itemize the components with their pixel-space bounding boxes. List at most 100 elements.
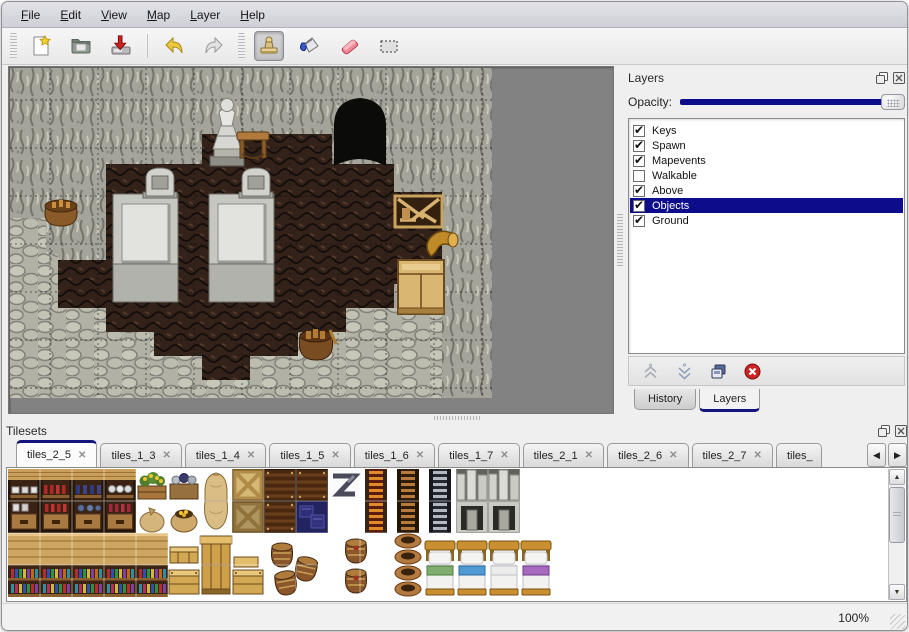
- open-file-button[interactable]: [66, 31, 96, 61]
- eraser-tool-button[interactable]: [334, 31, 364, 61]
- layer-visibility-checkbox[interactable]: [633, 215, 645, 227]
- layer-visibility-checkbox[interactable]: [633, 140, 645, 152]
- layer-row[interactable]: Walkable: [630, 168, 903, 183]
- tileset-tab[interactable]: tiles_1_7 ✕: [438, 443, 519, 467]
- tileset-tab[interactable]: tiles_1_3 ✕: [100, 443, 181, 467]
- tab-close-icon[interactable]: ✕: [754, 450, 762, 461]
- tileset-tab[interactable]: tiles_1_5 ✕: [269, 443, 350, 467]
- clay-pot[interactable]: [45, 200, 77, 226]
- delete-layer-button[interactable]: [743, 362, 761, 380]
- menu-item[interactable]: View: [92, 5, 136, 25]
- close-dock-icon[interactable]: [892, 71, 905, 84]
- dock-tab[interactable]: History: [634, 389, 696, 410]
- resize-grip[interactable]: [890, 614, 905, 629]
- select-tool-button[interactable]: [374, 31, 404, 61]
- opacity-slider[interactable]: [680, 94, 905, 110]
- tab-close-icon[interactable]: ✕: [247, 450, 255, 461]
- tileset-tab-label: tiles_1_3: [111, 450, 155, 462]
- scroll-up-icon[interactable]: ▲: [889, 469, 905, 485]
- tab-close-icon[interactable]: ✕: [500, 450, 508, 461]
- map-viewport[interactable]: [8, 66, 614, 414]
- horizontal-splitter[interactable]: [2, 414, 907, 422]
- close-dock-icon[interactable]: [894, 424, 907, 437]
- tileset-tab[interactable]: tiles_2_7 ✕: [692, 443, 773, 467]
- tileset-tabs: tiles_2_5 ✕ tiles_1_3 ✕ tiles_1_4 ✕: [16, 440, 822, 467]
- layer-list[interactable]: Keys Spawn Mapevents Walkable: [628, 118, 905, 354]
- scroll-tabs-left-icon[interactable]: ◀: [867, 443, 886, 467]
- toolbar-drag-handle[interactable]: [10, 33, 17, 59]
- status-bar: 100%: [2, 603, 907, 631]
- tab-close-icon[interactable]: ✕: [669, 450, 677, 461]
- tab-close-icon[interactable]: ✕: [331, 450, 339, 461]
- tab-close-icon[interactable]: ✕: [585, 450, 593, 461]
- tab-close-icon[interactable]: ✕: [78, 450, 86, 461]
- dock-tab[interactable]: Layers: [699, 389, 760, 412]
- menu-item[interactable]: Map: [138, 5, 179, 25]
- tab-close-icon[interactable]: ✕: [416, 450, 424, 461]
- duplicate-layer-button[interactable]: [709, 362, 727, 380]
- layer-row[interactable]: Mapevents: [630, 153, 903, 168]
- stamp-tool-button[interactable]: [254, 31, 284, 61]
- gravestone[interactable]: [143, 168, 177, 198]
- tab-close-icon[interactable]: ✕: [162, 450, 170, 461]
- tileset-tab[interactable]: tiles_2_1 ✕: [523, 443, 604, 467]
- delete-layer-icon: [744, 363, 761, 380]
- layer-name: Spawn: [652, 140, 686, 152]
- tileset-canvas[interactable]: [8, 469, 552, 597]
- save-button[interactable]: [106, 31, 136, 61]
- toolbar-separator: [147, 34, 148, 58]
- fill-tool-button[interactable]: [294, 31, 324, 61]
- gravestone[interactable]: [239, 168, 273, 198]
- float-dock-icon[interactable]: [875, 71, 888, 84]
- map-canvas[interactable]: [10, 68, 492, 398]
- menu-item[interactable]: Help: [231, 5, 274, 25]
- layer-row[interactable]: Above: [630, 183, 903, 198]
- eraser-tool-icon: [337, 34, 361, 58]
- layer-row[interactable]: Spawn: [630, 138, 903, 153]
- opacity-slider-track[interactable]: [680, 99, 901, 105]
- cave-entrance[interactable]: [334, 98, 386, 166]
- layers-dock: Layers Opacity: Keys: [628, 68, 905, 414]
- scroll-down-icon[interactable]: ▼: [889, 584, 905, 600]
- redo-icon: [202, 34, 226, 58]
- stone-platform[interactable]: [113, 194, 178, 302]
- layer-visibility-checkbox[interactable]: [633, 185, 645, 197]
- duplicate-layer-icon: [710, 363, 727, 380]
- tileset-tab[interactable]: tiles_ ✕: [776, 443, 822, 467]
- tileset-tab[interactable]: tiles_2_6 ✕: [607, 443, 688, 467]
- tab-close-icon[interactable]: ✕: [820, 450, 822, 461]
- menu-item[interactable]: Layer: [181, 5, 229, 25]
- redo-button[interactable]: [199, 31, 229, 61]
- opacity-label: Opacity:: [628, 95, 672, 109]
- lower-layer-button[interactable]: [675, 362, 693, 380]
- layer-visibility-checkbox[interactable]: [633, 200, 645, 212]
- broken-crate[interactable]: [395, 196, 442, 227]
- layer-visibility-checkbox[interactable]: [633, 125, 645, 137]
- layer-row[interactable]: Ground: [630, 213, 903, 228]
- menu-item[interactable]: File: [12, 5, 49, 25]
- scrollbar-thumb[interactable]: [889, 487, 905, 543]
- layer-visibility-checkbox[interactable]: [633, 155, 645, 167]
- layer-row[interactable]: Keys: [630, 123, 903, 138]
- tileset-content[interactable]: ▲ ▼: [6, 467, 907, 602]
- opacity-slider-handle[interactable]: [881, 94, 905, 110]
- scrollbar-track[interactable]: [889, 485, 905, 584]
- layer-visibility-checkbox[interactable]: [633, 170, 645, 182]
- menu-item[interactable]: Edit: [51, 5, 90, 25]
- layer-row[interactable]: Objects: [630, 198, 903, 213]
- vertical-splitter[interactable]: [615, 66, 626, 414]
- wooden-cabinet[interactable]: [398, 260, 444, 314]
- toolbar-drag-handle[interactable]: [238, 33, 245, 59]
- raise-layer-button[interactable]: [641, 362, 659, 380]
- tileset-tab[interactable]: tiles_1_6 ✕: [354, 443, 435, 467]
- stone-platform[interactable]: [209, 194, 274, 302]
- tileset-tab-bar: tiles_2_5 ✕ tiles_1_3 ✕ tiles_1_4 ✕: [6, 439, 907, 467]
- scroll-tabs-right-icon[interactable]: ▶: [888, 443, 907, 467]
- layer-name: Above: [652, 185, 683, 197]
- undo-button[interactable]: [159, 31, 189, 61]
- float-dock-icon[interactable]: [877, 424, 890, 437]
- new-file-button[interactable]: [26, 31, 56, 61]
- tileset-vertical-scrollbar[interactable]: ▲ ▼: [888, 469, 905, 600]
- tileset-tab[interactable]: tiles_2_5 ✕: [16, 440, 97, 467]
- tileset-tab[interactable]: tiles_1_4 ✕: [185, 443, 266, 467]
